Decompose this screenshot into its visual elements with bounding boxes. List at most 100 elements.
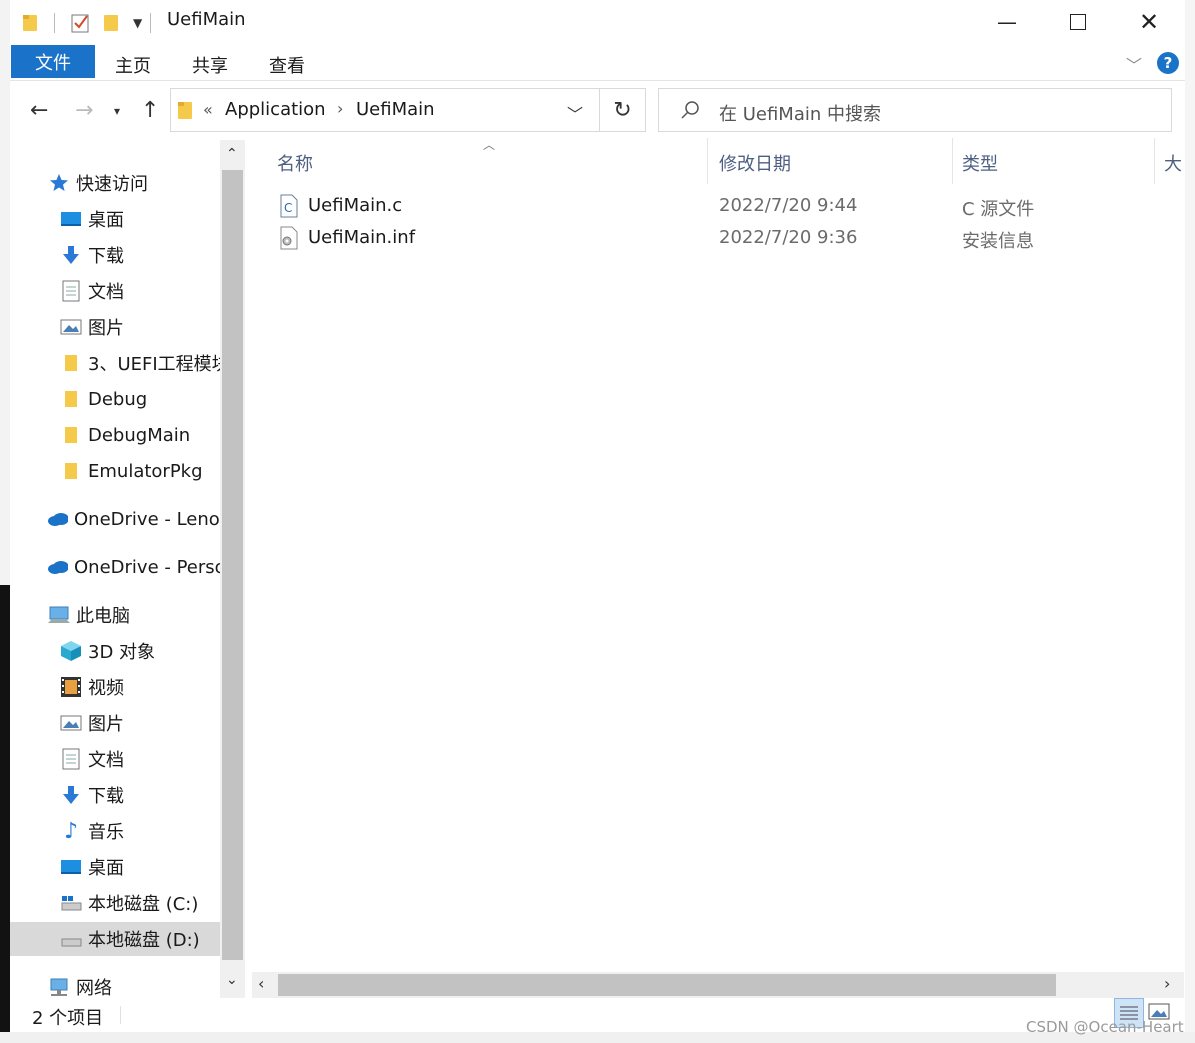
tab-home[interactable]: 主页	[115, 52, 151, 78]
folder-icon	[60, 460, 82, 482]
horizontal-scrollbar-thumb[interactable]	[278, 974, 1056, 996]
sidebar-item-3d-objects[interactable]: 3D 对象	[10, 634, 220, 668]
column-header-date[interactable]: 修改日期	[719, 150, 791, 176]
sidebar-item-desktop[interactable]: 桌面 📌	[10, 202, 220, 236]
tab-share[interactable]: 共享	[192, 52, 228, 78]
new-folder-icon[interactable]	[103, 13, 119, 33]
sidebar-item-label: 图片	[88, 318, 124, 339]
sidebar-item-label: 文档	[88, 282, 124, 303]
scroll-left-icon[interactable]: ‹	[258, 974, 264, 993]
sidebar-item-label: 网络	[76, 978, 112, 998]
sidebar-item-folder[interactable]: 3、UEFI工程模块	[10, 346, 220, 380]
back-arrow-icon: ←	[30, 98, 49, 123]
file-date: 2022/7/20 9:36	[719, 227, 858, 248]
sidebar-item-documents[interactable]: 文档	[10, 742, 220, 776]
column-header-size[interactable]: 大	[1164, 150, 1182, 176]
cloud-icon	[46, 508, 68, 530]
tab-view[interactable]: 查看	[269, 52, 305, 78]
search-box[interactable]: 在 UefiMain 中搜索	[658, 88, 1172, 132]
sidebar-item-label: 视频	[88, 678, 124, 699]
address-dropdown-chevron-icon[interactable]: ﹀	[567, 101, 583, 125]
sidebar-item-downloads[interactable]: 下载	[10, 778, 220, 812]
sidebar-item-quick-access[interactable]: 快速访问	[10, 166, 220, 200]
sidebar-item-documents[interactable]: 文档 📌	[10, 274, 220, 308]
breadcrumb-uefimain[interactable]: UefiMain	[356, 99, 435, 120]
sidebar-item-desktop[interactable]: 桌面	[10, 850, 220, 884]
navigation-pane: 快速访问 桌面 📌 下载 📌 文档 📌 图片 📌 3、UEFI工程模块 Debu…	[10, 140, 220, 998]
column-divider[interactable]	[707, 138, 708, 184]
ribbon-bar	[10, 44, 1185, 80]
scroll-up-icon[interactable]: ⌃	[226, 146, 238, 162]
column-header-name[interactable]: 名称	[277, 150, 313, 176]
breadcrumb-separator-icon[interactable]: ›	[337, 99, 343, 118]
background-window-right	[1185, 0, 1195, 1043]
properties-icon[interactable]	[71, 12, 91, 34]
sidebar-item-drive-d[interactable]: 本地磁盘 (D:)	[10, 922, 220, 956]
sidebar-item-this-pc[interactable]: 此电脑	[10, 598, 220, 632]
sidebar-item-drive-c[interactable]: 本地磁盘 (C:)	[10, 886, 220, 920]
folder-icon	[60, 352, 82, 374]
sidebar-item-pictures[interactable]: 图片 📌	[10, 310, 220, 344]
sidebar-item-onedrive[interactable]: OneDrive - Personal	[10, 550, 220, 584]
sidebar-item-label: EmulatorPkg	[88, 460, 203, 482]
maximize-button[interactable]	[1043, 0, 1113, 44]
up-button[interactable]: ↑	[141, 98, 159, 123]
sidebar-item-folder[interactable]: DebugMain	[10, 418, 220, 452]
window-title: UefiMain	[167, 9, 246, 30]
minimize-icon: —	[997, 10, 1017, 34]
forward-arrow-icon: →	[75, 98, 94, 123]
close-icon: ✕	[1138, 8, 1160, 36]
sidebar-item-label: 桌面	[88, 858, 124, 879]
sidebar-item-label: 下载	[88, 786, 124, 807]
file-row[interactable]: UefiMain.inf 2022/7/20 9:36 安装信息	[270, 222, 1184, 254]
sidebar-item-folder[interactable]: EmulatorPkg	[10, 454, 220, 488]
status-divider	[120, 1006, 121, 1024]
pictures-icon	[60, 712, 82, 734]
sidebar-item-downloads[interactable]: 下载 📌	[10, 238, 220, 272]
column-divider[interactable]	[952, 138, 953, 184]
sidebar-item-folder[interactable]: Debug	[10, 382, 220, 416]
minimize-button[interactable]: —	[972, 0, 1042, 44]
file-name: UefiMain.c	[308, 195, 403, 216]
c-source-file-icon: C	[280, 194, 298, 222]
document-icon	[60, 748, 82, 770]
sidebar-item-label: 本地磁盘 (C:)	[88, 894, 199, 915]
sidebar-item-label: 桌面	[88, 210, 124, 231]
address-overflow[interactable]: «	[203, 100, 213, 119]
address-bar[interactable]: « Application › UefiMain ﹀	[170, 88, 600, 132]
sidebar-item-onedrive[interactable]: OneDrive - Lenovo	[10, 502, 220, 536]
sidebar-item-pictures[interactable]: 图片	[10, 706, 220, 740]
help-icon[interactable]: ?	[1157, 52, 1179, 74]
refresh-button[interactable]: ↻	[599, 88, 646, 132]
sidebar-item-label: OneDrive - Personal	[74, 556, 220, 578]
scroll-right-icon[interactable]: ›	[1164, 974, 1170, 993]
search-placeholder: 在 UefiMain 中搜索	[719, 104, 881, 125]
music-note-icon: ♪	[63, 818, 79, 844]
forward-button[interactable]: →	[75, 98, 93, 123]
file-row[interactable]: C UefiMain.c 2022/7/20 9:44 C 源文件	[270, 190, 1184, 222]
download-icon	[60, 784, 82, 806]
sort-ascending-icon: ︿	[483, 138, 496, 152]
sidebar-item-label: 下载	[88, 246, 124, 267]
cloud-icon	[46, 556, 68, 578]
column-divider[interactable]	[1154, 138, 1155, 184]
back-button[interactable]: ←	[30, 98, 48, 123]
up-arrow-icon: ↑	[141, 98, 160, 123]
customize-toolbar-dropdown-icon[interactable]: ▼	[133, 16, 142, 30]
sidebar-item-music[interactable]: ♪ 音乐	[10, 814, 220, 848]
close-button[interactable]: ✕	[1114, 0, 1184, 44]
expand-ribbon-chevron-icon[interactable]: ﹀	[1126, 52, 1142, 76]
folder-icon[interactable]	[22, 13, 38, 33]
desktop-icon	[60, 208, 82, 230]
recent-locations-dropdown[interactable]: ▾	[114, 104, 120, 118]
column-header-type[interactable]: 类型	[962, 150, 998, 176]
setup-info-file-icon	[280, 226, 298, 254]
maximize-icon	[1070, 14, 1086, 30]
scroll-down-icon[interactable]: ⌄	[226, 972, 238, 988]
tab-file[interactable]: 文件	[11, 45, 95, 78]
sidebar-scrollbar-thumb[interactable]	[222, 170, 243, 960]
sidebar-item-videos[interactable]: 视频	[10, 670, 220, 704]
sidebar-item-label: 快速访问	[76, 174, 148, 195]
sidebar-item-network[interactable]: 网络	[10, 970, 220, 998]
breadcrumb-application[interactable]: Application	[225, 99, 326, 120]
